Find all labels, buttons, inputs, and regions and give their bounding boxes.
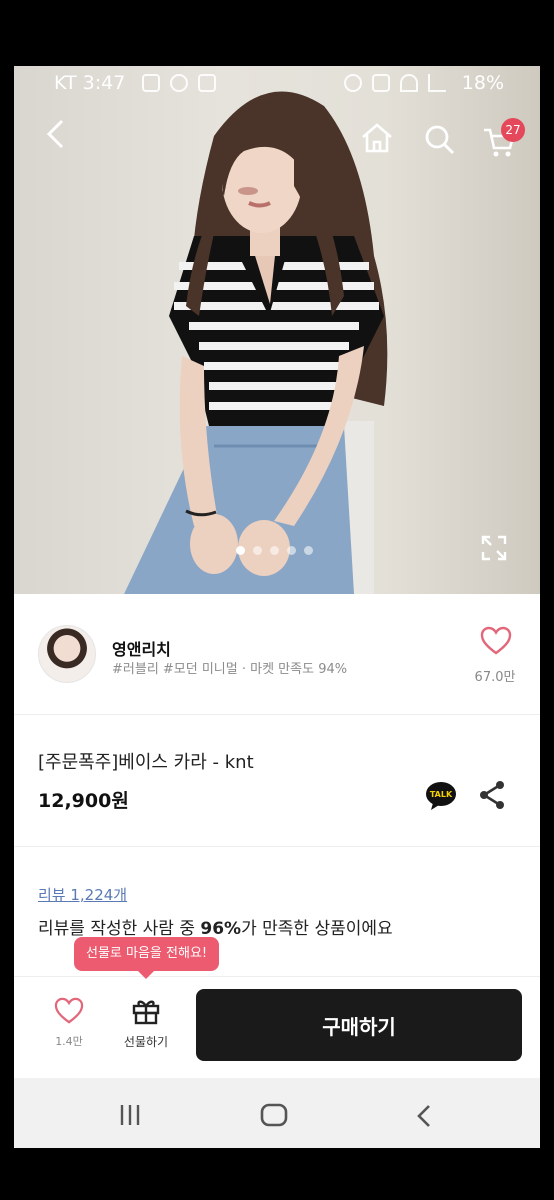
gallery-pagination <box>236 546 313 555</box>
seller-row[interactable]: 영앤리치 #러블리 #모던 미니멀 · 마켓 만족도 94% 67.0만 <box>14 594 540 715</box>
kakao-talk-icon[interactable]: TALK <box>425 781 457 811</box>
product-image[interactable]: KT 3:47 18% 27 <box>14 66 540 594</box>
gallery-icon <box>142 74 160 92</box>
bottom-action-bar: 선물로 마음을 전해요! 1.4만 선물하기 구매하기 <box>14 937 540 1077</box>
gift-tooltip: 선물로 마음을 전해요! <box>74 937 220 979</box>
hd-icon <box>372 74 390 92</box>
notification-icons <box>142 74 216 92</box>
recent-apps-icon[interactable] <box>118 1104 142 1126</box>
buy-button[interactable]: 구매하기 <box>196 989 522 1061</box>
seller-avatar[interactable] <box>38 625 96 683</box>
home-icon[interactable] <box>360 122 394 154</box>
wishlist-count: 1.4만 <box>55 1035 83 1048</box>
product-title: [주문폭주]베이스 카라 - knt <box>38 752 254 773</box>
gift-icon <box>132 1000 160 1025</box>
app-screen: KT 3:47 18% 27 영앤리치 #러블리 #모던 미니멀 · 마켓 만족… <box>14 66 540 1148</box>
battery-level: 18% <box>461 72 504 94</box>
system-back-icon[interactable] <box>416 1104 432 1128</box>
heart-icon <box>54 997 84 1024</box>
product-info: [주문폭주]베이스 카라 - knt 12,900원 TALK <box>14 716 540 847</box>
system-status-icons <box>344 74 446 92</box>
back-arrow-icon[interactable] <box>44 118 66 150</box>
product-price: 12,900원 <box>38 790 129 812</box>
instagram-icon <box>198 74 216 92</box>
gift-label: 선물하기 <box>123 1035 169 1049</box>
wifi-icon <box>400 74 418 92</box>
gallery-dot[interactable] <box>287 546 296 555</box>
status-bar: KT 3:47 18% <box>14 66 540 102</box>
mute-icon <box>344 74 362 92</box>
gallery-dot[interactable] <box>270 546 279 555</box>
review-text-pre: 리뷰를 작성한 사람 중 <box>38 919 201 939</box>
wishlist-button[interactable]: 1.4만 <box>46 997 92 1049</box>
gallery-dot[interactable] <box>253 546 262 555</box>
app-notification-icon <box>170 74 188 92</box>
review-count-link[interactable]: 리뷰 1,224개 <box>38 884 127 905</box>
product-photo <box>124 91 388 594</box>
seller-like-count: 67.0만 <box>474 670 516 685</box>
review-satisfaction-text: 리뷰를 작성한 사람 중 96%가 만족한 상품이에요 <box>38 914 393 939</box>
gallery-dot[interactable] <box>236 546 245 555</box>
home-button-icon[interactable] <box>259 1102 289 1128</box>
review-text-post: 가 만족한 상품이에요 <box>241 919 393 939</box>
search-icon[interactable] <box>424 124 456 156</box>
cart-count-badge: 27 <box>501 118 525 142</box>
seller-name[interactable]: 영앤리치 <box>112 636 171 660</box>
status-carrier-time: KT 3:47 <box>54 72 126 94</box>
kakao-talk-label: TALK <box>430 790 453 799</box>
gallery-dot[interactable] <box>304 546 313 555</box>
gift-button[interactable]: 선물하기 <box>116 997 176 1050</box>
share-icon[interactable] <box>478 780 506 810</box>
fullscreen-expand-icon[interactable] <box>480 534 508 562</box>
seller-tags: #러블리 #모던 미니멀 · 마켓 만족도 94% <box>112 662 348 677</box>
review-percent: 96% <box>200 919 242 939</box>
signal-icon <box>428 74 446 92</box>
seller-like-heart-icon[interactable] <box>480 626 512 656</box>
system-navigation-bar <box>14 1078 540 1148</box>
